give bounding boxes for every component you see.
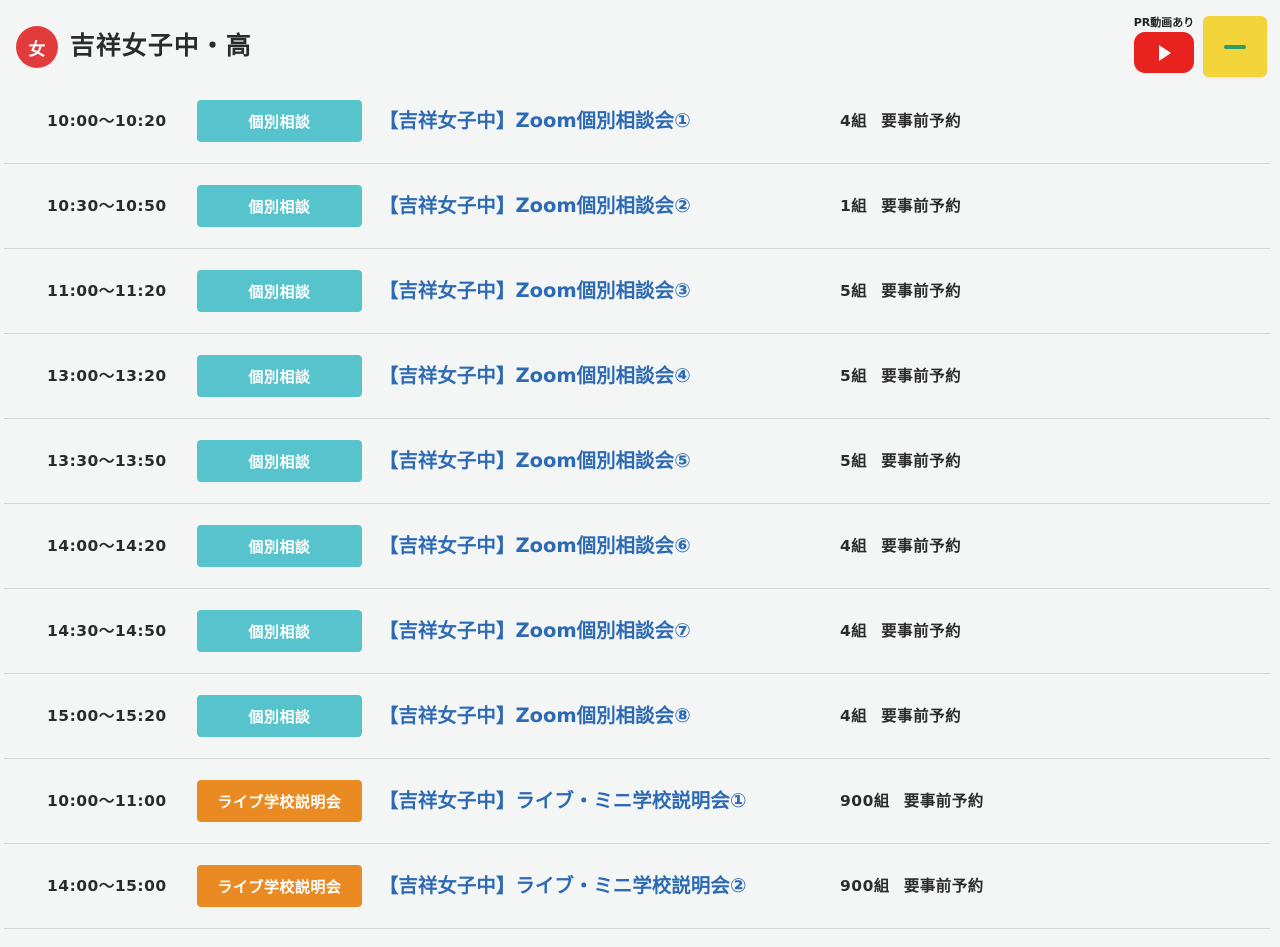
event-title-link[interactable]: 【吉祥女子中】Zoom個別相談会⑧ [379, 674, 691, 758]
event-title-link[interactable]: 【吉祥女子中】ライブ・ミニ学校説明会① [379, 759, 747, 843]
event-capacity: 900組 [840, 877, 890, 895]
event-capacity: 5組 [840, 452, 868, 470]
event-category-tag: ライブ学校説明会 [197, 865, 362, 907]
event-category-tag: 個別相談 [197, 270, 362, 312]
event-capacity-info: 5組 要事前予約 [840, 419, 961, 503]
event-capacity-info: 4組 要事前予約 [840, 79, 961, 163]
event-row: 14:30〜14:50 個別相談 【吉祥女子中】Zoom個別相談会⑦ 4組 要事前予約 [4, 589, 1270, 674]
reservation-required-label: 要事前予約 [881, 282, 962, 300]
event-row: 10:00〜10:20 個別相談 【吉祥女子中】Zoom個別相談会① 4組 要事前予約 [4, 79, 1270, 164]
event-capacity-info: 4組 要事前予約 [840, 589, 961, 673]
event-time: 10:00〜10:20 [47, 112, 167, 130]
event-capacity-info: 4組 要事前予約 [840, 504, 961, 588]
event-time: 10:30〜10:50 [47, 197, 167, 215]
event-time: 14:00〜14:20 [47, 537, 167, 555]
event-category-tag: ライブ学校説明会 [197, 780, 362, 822]
youtube-play-icon [1159, 44, 1171, 61]
event-category-tag: 個別相談 [197, 185, 362, 227]
event-time: 11:00〜11:20 [47, 282, 167, 300]
event-row: 13:00〜13:20 個別相談 【吉祥女子中】Zoom個別相談会④ 5組 要事前予約 [4, 334, 1270, 419]
reservation-required-label: 要事前予約 [881, 537, 962, 555]
school-type-badge: 女 [16, 26, 58, 68]
event-capacity-info: 5組 要事前予約 [840, 249, 961, 333]
event-capacity-info: 900組 要事前予約 [840, 759, 984, 843]
event-time: 15:00〜15:20 [47, 707, 167, 725]
pr-video-label: PR動画あり [1133, 16, 1195, 29]
event-capacity-info: 1組 要事前予約 [840, 164, 961, 248]
event-category-tag: 個別相談 [197, 100, 362, 142]
event-time: 10:00〜11:00 [47, 792, 167, 810]
event-title-link[interactable]: 【吉祥女子中】Zoom個別相談会⑤ [379, 419, 691, 503]
event-row: 13:30〜13:50 個別相談 【吉祥女子中】Zoom個別相談会⑤ 5組 要事前予約 [4, 419, 1270, 504]
event-capacity: 5組 [840, 367, 868, 385]
event-title-link[interactable]: 【吉祥女子中】Zoom個別相談会⑦ [379, 589, 691, 673]
event-row: 11:00〜11:20 個別相談 【吉祥女子中】Zoom個別相談会③ 5組 要事前予約 [4, 249, 1270, 334]
event-list: 10:00〜10:20 個別相談 【吉祥女子中】Zoom個別相談会① 4組 要事前予約 1… [4, 79, 1270, 929]
event-schedule-page: 女 吉祥女子中・高 PR動画あり 10:00〜10:20 個別相談 【吉祥女子中】Z… [0, 0, 1280, 947]
event-capacity: 4組 [840, 537, 868, 555]
event-time: 14:30〜14:50 [47, 622, 167, 640]
reservation-required-label: 要事前予約 [903, 877, 984, 895]
event-time: 13:30〜13:50 [47, 452, 167, 470]
event-capacity: 4組 [840, 112, 868, 130]
reservation-required-label: 要事前予約 [881, 452, 962, 470]
event-title-link[interactable]: 【吉祥女子中】Zoom個別相談会① [379, 79, 691, 163]
reservation-required-label: 要事前予約 [903, 792, 984, 810]
school-name[interactable]: 吉祥女子中・高 [70, 28, 252, 64]
event-time: 13:00〜13:20 [47, 367, 167, 385]
event-capacity-info: 4組 要事前予約 [840, 674, 961, 758]
event-category-tag: 個別相談 [197, 695, 362, 737]
event-row: 14:00〜15:00 ライブ学校説明会 【吉祥女子中】ライブ・ミニ学校説明会② 90… [4, 844, 1270, 929]
reservation-required-label: 要事前予約 [881, 112, 962, 130]
youtube-pr-video-button[interactable] [1134, 32, 1194, 73]
event-row: 14:00〜14:20 個別相談 【吉祥女子中】Zoom個別相談会⑥ 4組 要事前予約 [4, 504, 1270, 589]
event-title-link[interactable]: 【吉祥女子中】Zoom個別相談会⑥ [379, 504, 691, 588]
event-title-link[interactable]: 【吉祥女子中】Zoom個別相談会④ [379, 334, 691, 418]
event-row: 15:00〜15:20 個別相談 【吉祥女子中】Zoom個別相談会⑧ 4組 要事前予約 [4, 674, 1270, 759]
event-title-link[interactable]: 【吉祥女子中】Zoom個別相談会② [379, 164, 691, 248]
event-time: 14:00〜15:00 [47, 877, 167, 895]
reservation-required-label: 要事前予約 [881, 707, 962, 725]
event-capacity: 1組 [840, 197, 868, 215]
event-capacity-info: 900組 要事前予約 [840, 844, 984, 928]
event-capacity-info: 5組 要事前予約 [840, 334, 961, 418]
event-capacity: 4組 [840, 707, 868, 725]
reservation-required-label: 要事前予約 [881, 367, 962, 385]
event-row: 10:30〜10:50 個別相談 【吉祥女子中】Zoom個別相談会② 1組 要事前予約 [4, 164, 1270, 249]
event-row: 10:00〜11:00 ライブ学校説明会 【吉祥女子中】ライブ・ミニ学校説明会① 90… [4, 759, 1270, 844]
event-category-tag: 個別相談 [197, 355, 362, 397]
event-category-tag: 個別相談 [197, 525, 362, 567]
event-capacity: 5組 [840, 282, 868, 300]
event-title-link[interactable]: 【吉祥女子中】Zoom個別相談会③ [379, 249, 691, 333]
event-category-tag: 個別相談 [197, 440, 362, 482]
event-capacity: 4組 [840, 622, 868, 640]
event-title-link[interactable]: 【吉祥女子中】ライブ・ミニ学校説明会② [379, 844, 747, 928]
reservation-required-label: 要事前予約 [881, 622, 962, 640]
collapse-toggle-button[interactable] [1203, 16, 1267, 77]
event-capacity: 900組 [840, 792, 890, 810]
event-category-tag: 個別相談 [197, 610, 362, 652]
minus-icon [1224, 44, 1246, 49]
reservation-required-label: 要事前予約 [881, 197, 962, 215]
